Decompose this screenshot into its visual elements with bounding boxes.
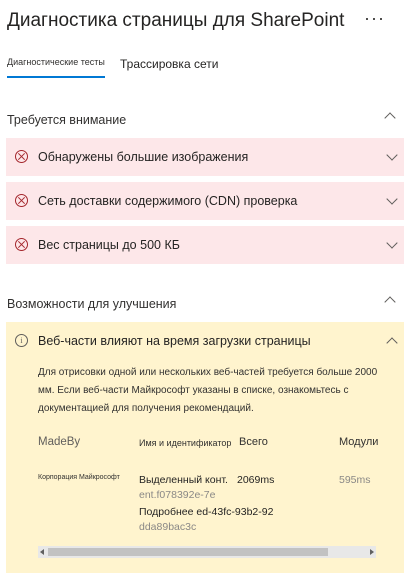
collapse-improvements-chevron-icon[interactable] — [384, 296, 396, 308]
error-circle-icon — [15, 238, 28, 251]
cell-name-line2: Подробнее ed-43fc-93b2-92 — [139, 506, 274, 518]
cell-name-line1: Выделенный конт. — [139, 474, 228, 486]
active-tab-indicator — [7, 76, 105, 78]
issue-cdn-check[interactable]: Сеть доставки содержимого (CDN) проверка — [6, 182, 404, 220]
attention-section-heading: Требуется внимание — [7, 113, 127, 127]
horizontal-scrollbar[interactable] — [38, 546, 376, 558]
chevron-down-icon — [386, 149, 398, 161]
issue-large-images[interactable]: Обнаружены большие изображения — [6, 138, 404, 176]
issue-label: Сеть доставки содержимого (CDN) проверка — [38, 194, 298, 208]
tab-diagnostic-tests[interactable]: Диагностические тесты — [7, 57, 105, 67]
cell-id-line2: dda89bac3c — [139, 521, 197, 533]
more-options-button[interactable]: ··· — [364, 8, 385, 29]
chevron-down-icon — [386, 193, 398, 205]
column-header-name-id: Имя и идентификатор — [139, 438, 232, 448]
chevron-down-icon — [386, 237, 398, 249]
cell-made-by: Корпорация Майкрософт — [38, 474, 120, 481]
page-title: Диагностика страницы для SharePoint — [7, 10, 345, 31]
warning-description: Для отрисовки одной или нескольких веб-ч… — [38, 367, 378, 414]
tab-network-trace[interactable]: Трассировка сети — [120, 57, 218, 71]
webparts-warning-panel: i Веб-части влияют на время загрузки стр… — [6, 322, 404, 573]
cell-modules: 595ms — [339, 474, 371, 486]
info-icon: i — [15, 334, 28, 347]
column-header-total: Всего — [239, 436, 268, 448]
scroll-left-arrow-icon[interactable] — [40, 549, 44, 555]
error-circle-icon — [15, 150, 28, 163]
scrollbar-thumb[interactable] — [48, 548, 328, 556]
issue-label: Обнаружены большие изображения — [38, 150, 249, 164]
issue-label: Вес страницы до 500 КБ — [38, 238, 180, 252]
issue-page-weight[interactable]: Вес страницы до 500 КБ — [6, 226, 404, 264]
cell-total: 2069ms — [237, 474, 275, 486]
scroll-right-arrow-icon[interactable] — [370, 549, 374, 555]
improvements-section-heading: Возможности для улучшения — [7, 297, 177, 311]
collapse-chevron-icon[interactable] — [386, 337, 398, 349]
column-header-madeby: MadeBy — [38, 436, 81, 448]
column-header-modules: Модули — [339, 436, 379, 448]
collapse-attention-chevron-icon[interactable] — [384, 112, 396, 124]
cell-id-line1: ent.f078392e-7e — [139, 489, 216, 501]
warning-title: Веб-части влияют на время загрузки стран… — [38, 334, 311, 348]
error-circle-icon — [15, 194, 28, 207]
